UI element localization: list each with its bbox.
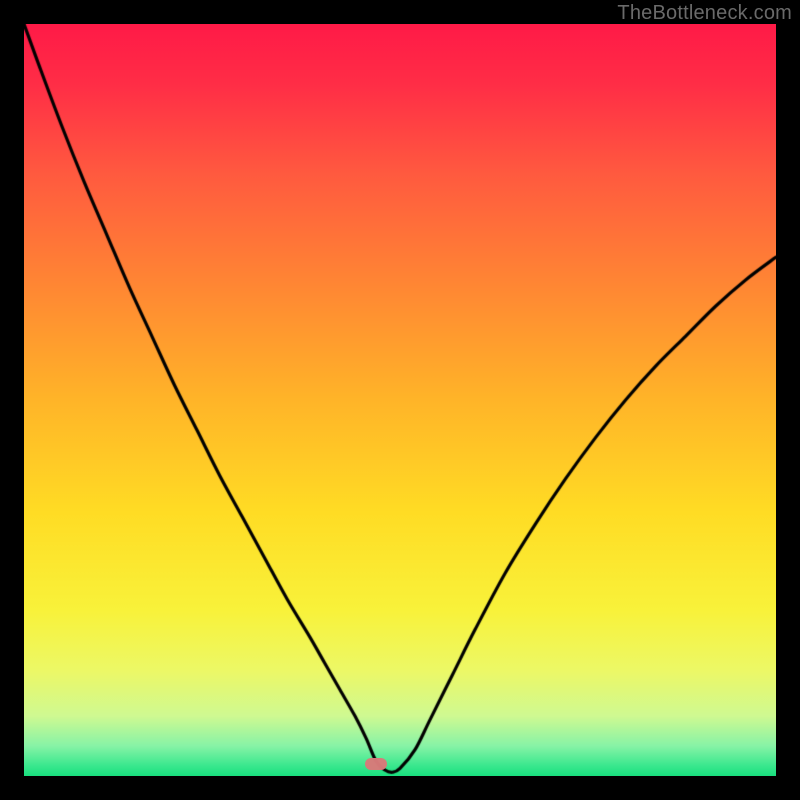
- outer-frame: TheBottleneck.com: [0, 0, 800, 800]
- watermark-text: TheBottleneck.com: [617, 2, 792, 25]
- bottleneck-curve: [24, 24, 776, 776]
- chart-area: [24, 24, 776, 776]
- min-point-marker: [365, 758, 387, 770]
